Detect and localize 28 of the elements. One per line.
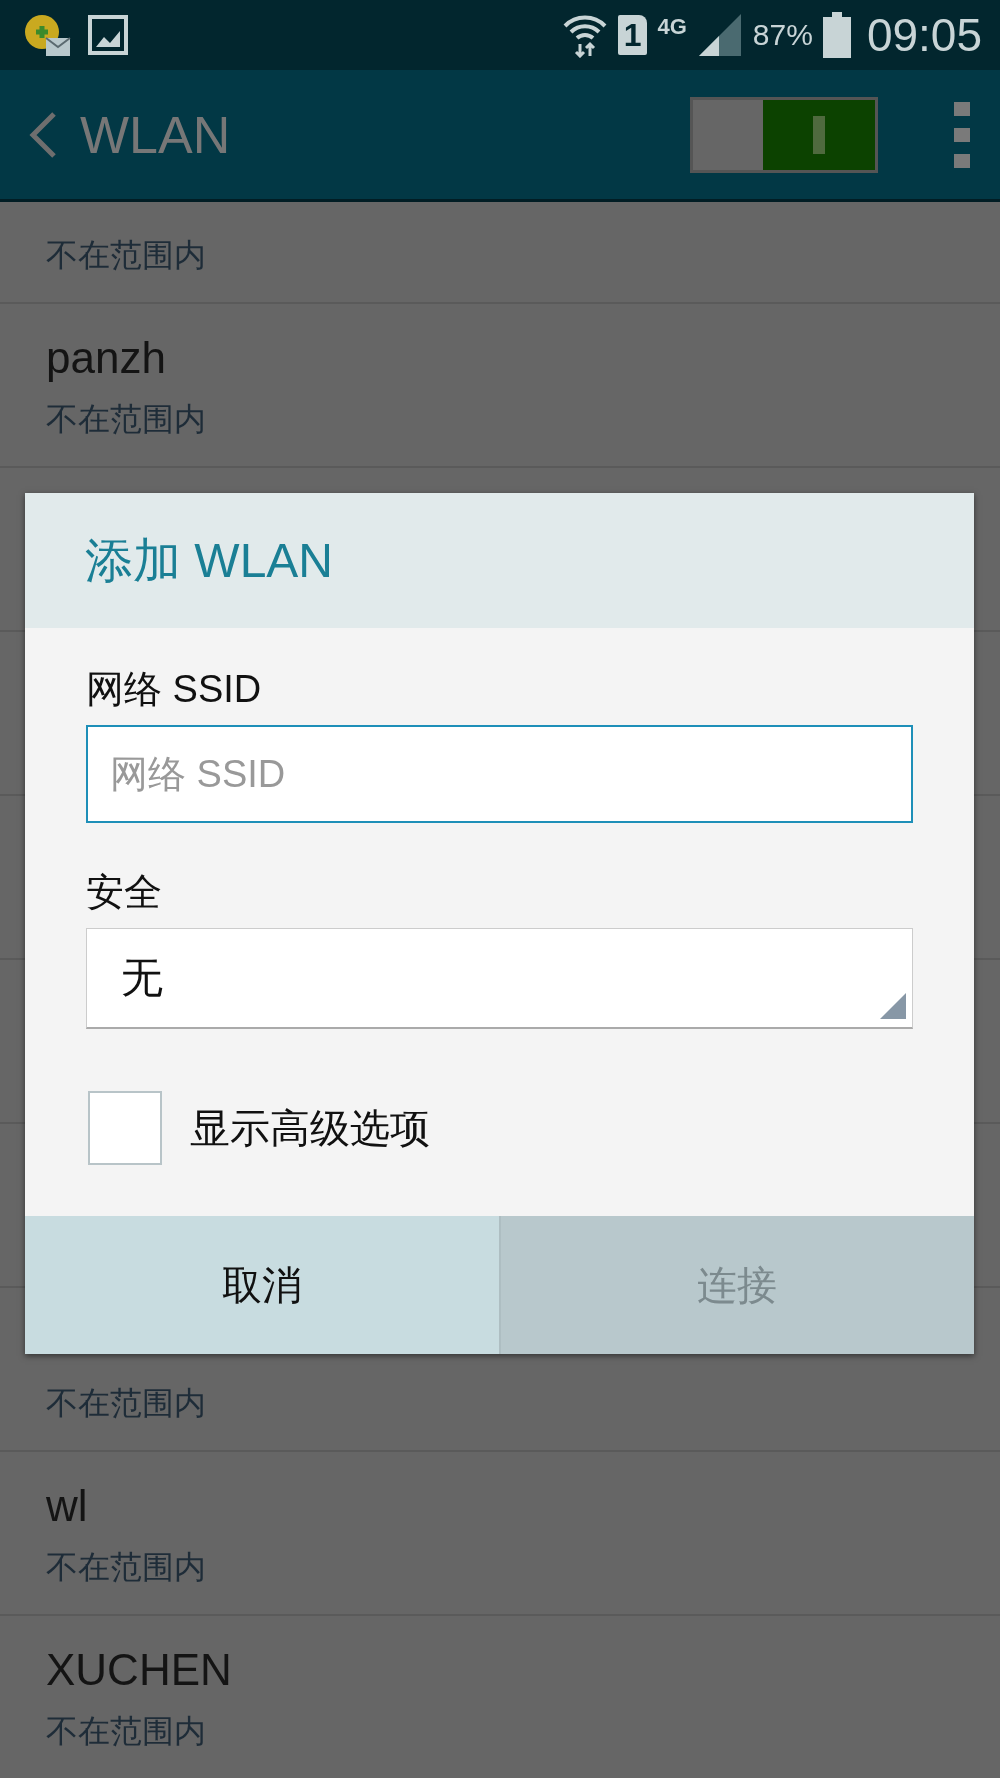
network-status: 不在范围内 bbox=[46, 236, 207, 275]
battery-percent: 87% bbox=[752, 18, 813, 52]
network-status: 不在范围内 bbox=[46, 400, 207, 439]
network-name: XUCHEN bbox=[46, 1644, 233, 1696]
field-label: 安全 bbox=[86, 870, 163, 915]
security-dropdown[interactable]: 无 bbox=[86, 928, 913, 1029]
checkbox-label: 显示高级选项 bbox=[190, 1104, 430, 1152]
network-status: 不在范围内 bbox=[46, 1548, 207, 1587]
network-status: 不在范围内 bbox=[46, 1712, 207, 1751]
more-icon[interactable] bbox=[954, 101, 970, 168]
clock: 09:05 bbox=[866, 8, 982, 62]
network-type: 4G bbox=[657, 14, 687, 40]
network-status: 不在范围内 bbox=[46, 1384, 207, 1423]
sim-slot-badge: 1 bbox=[617, 15, 648, 55]
network-name: panzh bbox=[46, 332, 167, 384]
checkbox[interactable] bbox=[88, 1091, 162, 1165]
ssid-input-field[interactable]: 网络 SSID bbox=[86, 725, 913, 823]
network-name: wl bbox=[46, 1480, 89, 1532]
cancel-button[interactable]: 取消 bbox=[25, 1216, 499, 1354]
wlan-toggle[interactable] bbox=[690, 96, 878, 173]
image-icon bbox=[88, 15, 128, 55]
dialog-title: 添加 WLAN bbox=[85, 532, 333, 589]
mail-icon bbox=[22, 12, 72, 58]
battery-icon bbox=[822, 12, 851, 58]
screen-title: WLAN bbox=[80, 104, 232, 165]
dropdown-corner-icon bbox=[880, 993, 906, 1019]
field-label: 网络 SSID bbox=[86, 667, 263, 712]
back-icon[interactable] bbox=[28, 110, 58, 159]
